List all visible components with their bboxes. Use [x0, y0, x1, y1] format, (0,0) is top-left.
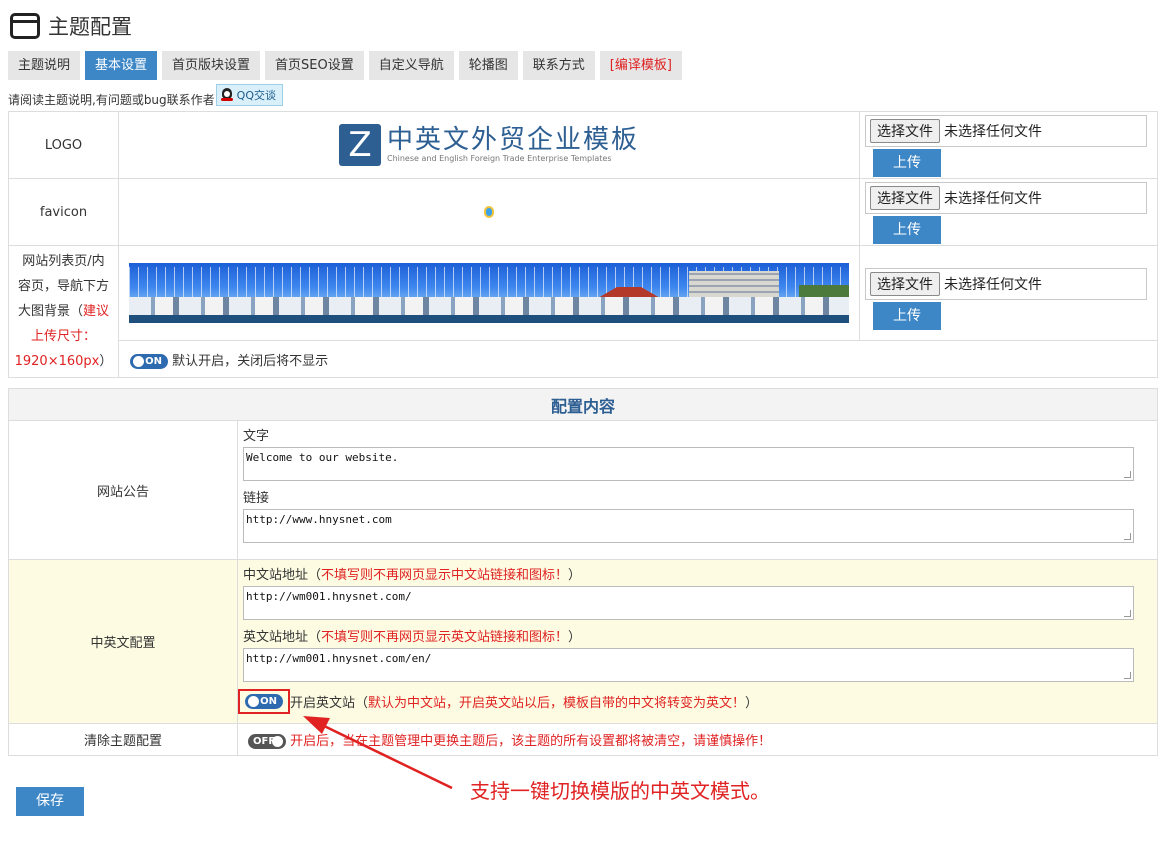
logo-row: LOGO Z 中英文外贸企业模板 Chinese and English For…	[8, 111, 1158, 179]
banner-file-status: 未选择任何文件	[944, 277, 1042, 293]
announcement-text-input[interactable]: Welcome to our website.	[243, 447, 1135, 481]
logo-preview-cell: Z 中英文外贸企业模板 Chinese and English Foreign …	[118, 111, 860, 179]
page-header: 主题配置	[10, 10, 132, 42]
favicon-upload-cell: 选择文件 未选择任何文件 上传	[859, 178, 1158, 246]
favicon-file-input[interactable]: 选择文件 未选择任何文件	[865, 182, 1147, 214]
clear-config-label: 清除主题配置	[8, 723, 238, 756]
banner-label-text: ）	[99, 354, 113, 369]
toggle-state: ON	[260, 695, 277, 707]
favicon-upload-button[interactable]: 上传	[873, 216, 941, 244]
english-site-toggle-line: ON 开启英文站（ 默认为中文站，开启英文站以后，模板自带的中文将转变为英文！）	[238, 688, 1134, 714]
tab-homepage-blocks[interactable]: 首页版块设置	[162, 51, 261, 80]
banner-toggle-cell: ON 默认开启，关闭后将不显示	[118, 340, 1158, 378]
config-table: 配置内容 网站公告 文字 Welcome to our website. 链接 …	[7, 388, 1159, 756]
announcement-label: 网站公告	[8, 420, 238, 560]
cn-site-hint: 不填写则不再网页显示中文站链接和图标！	[321, 568, 569, 583]
banner-label: 网站列表页/内 容页，导航下方 大图背景（建议 上传尺寸： 1920×160px…	[8, 245, 119, 378]
page-title: 主题配置	[48, 15, 132, 39]
banner-label-line: 大图背景（建议	[9, 299, 118, 324]
announcement-fields: 文字 Welcome to our website. 链接 http://www…	[236, 420, 1159, 560]
banner-image	[129, 263, 849, 323]
english-toggle-text: 开启英文站（	[290, 695, 369, 711]
clear-config-toggle[interactable]: OFF	[248, 734, 286, 749]
banner-label-line: 容页，导航下方	[17, 279, 109, 294]
qq-penguin-icon	[220, 88, 233, 102]
logo-upload-cell: 选择文件 未选择任何文件 上传	[859, 111, 1158, 179]
english-toggle-end: ）	[745, 695, 759, 711]
en-site-label-end: ）	[568, 630, 582, 645]
clear-config-cell: OFF 开启后，当在主题管理中更换主题后，该主题的所有设置都将被清空，请谨慎操作…	[236, 723, 1159, 756]
favicon-preview-cell	[118, 178, 860, 246]
banner-size-hint: 上传尺寸：	[30, 329, 96, 344]
logo-subtitle: Chinese and English Foreign Trade Enterp…	[386, 154, 612, 163]
en-site-label-text: 英文站地址（	[243, 630, 322, 645]
en-site-label: 英文站地址（不填写则不再网页显示英文站链接和图标！）	[243, 628, 1134, 648]
logo-file-status: 未选择任何文件	[944, 124, 1042, 140]
config-heading: 配置内容	[7, 388, 1159, 421]
image-settings-table: LOGO Z 中英文外贸企业模板 Chinese and English For…	[8, 111, 1158, 378]
favicon-image	[484, 206, 494, 218]
notice-text: 请阅读主题说明,有问题或bug联系作者	[8, 93, 215, 107]
banner-size-value: 1920×160px	[14, 354, 100, 369]
logo-label: LOGO	[8, 111, 119, 179]
banner-toggle-text: 默认开启，关闭后将不显示	[172, 353, 329, 369]
favicon-choose-file-button[interactable]: 选择文件	[870, 186, 940, 210]
cn-site-input[interactable]: http://wm001.hnysnet.com/	[243, 586, 1135, 620]
config-heading-row: 配置内容	[7, 388, 1159, 421]
notice-line: 请阅读主题说明,有问题或bug联系作者 QQ交谈	[8, 84, 283, 108]
en-site-input[interactable]: http://wm001.hnysnet.com/en/	[243, 648, 1135, 682]
qq-chat-label: QQ交谈	[236, 89, 276, 102]
banner-file-input[interactable]: 选择文件 未选择任何文件	[865, 268, 1147, 300]
cn-site-label-end: ）	[568, 568, 582, 583]
announcement-link-input[interactable]: http://www.hnysnet.com	[243, 509, 1135, 543]
favicon-row: favicon 选择文件 未选择任何文件 上传	[8, 178, 1158, 246]
banner-choose-file-button[interactable]: 选择文件	[870, 272, 940, 296]
logo-image: Z 中英文外贸企业模板 Chinese and English Foreign …	[119, 112, 859, 178]
tab-bar: 主题说明 基本设置 首页版块设置 首页SEO设置 自定义导航 轮播图 联系方式 …	[8, 51, 687, 80]
tab-compile-template[interactable]: [编译模板]	[599, 51, 682, 80]
window-icon	[10, 13, 40, 39]
annotation-text: 支持一键切换模版的中英文模式。	[470, 779, 770, 803]
banner-upload-button[interactable]: 上传	[873, 302, 941, 330]
toggle-state: ON	[145, 355, 162, 367]
tab-contact[interactable]: 联系方式	[522, 51, 595, 80]
tab-carousel[interactable]: 轮播图	[458, 51, 518, 80]
favicon-file-status: 未选择任何文件	[944, 191, 1042, 207]
english-toggle-highlight: ON	[238, 688, 290, 714]
favicon-label: favicon	[8, 178, 119, 246]
banner-label-text: 大图背景（	[17, 304, 83, 319]
logo-file-input[interactable]: 选择文件 未选择任何文件	[865, 115, 1147, 147]
announcement-link-label: 链接	[243, 491, 270, 506]
en-site-hint: 不填写则不再网页显示英文站链接和图标！	[321, 630, 569, 645]
banner-label-line: 网站列表页/内	[22, 254, 105, 269]
tab-homepage-seo[interactable]: 首页SEO设置	[265, 51, 364, 80]
tab-theme-info[interactable]: 主题说明	[8, 51, 81, 80]
logo-title: 中英文外贸企业模板	[386, 125, 639, 155]
banner-row: 网站列表页/内 容页，导航下方 大图背景（建议 上传尺寸： 1920×160px…	[8, 245, 1158, 378]
banner-upload-cell: 选择文件 未选择任何文件 上传	[859, 245, 1158, 341]
english-toggle-hint: 默认为中文站，开启英文站以后，模板自带的中文将转变为英文！	[368, 695, 746, 711]
banner-toggle[interactable]: ON	[130, 353, 168, 369]
cn-site-label-text: 中文站地址（	[243, 568, 322, 583]
clear-config-hint: 开启后，当在主题管理中更换主题后，该主题的所有设置都将被清空，请谨慎操作！	[290, 734, 772, 749]
bilingual-fields: 中文站地址（不填写则不再网页显示中文站链接和图标！） http://wm001.…	[236, 559, 1159, 724]
announcement-text-label: 文字	[243, 429, 270, 444]
save-button[interactable]: 保存	[16, 787, 84, 816]
logo-upload-button[interactable]: 上传	[873, 149, 941, 177]
clear-config-row: 清除主题配置 OFF 开启后，当在主题管理中更换主题后，该主题的所有设置都将被清…	[8, 723, 1159, 756]
banner-label-line: 1920×160px）	[9, 349, 118, 374]
logo-choose-file-button[interactable]: 选择文件	[870, 119, 940, 143]
cn-site-label: 中文站地址（不填写则不再网页显示中文站链接和图标！）	[243, 566, 1134, 586]
english-site-toggle[interactable]: ON	[245, 693, 283, 709]
banner-preview-cell	[118, 245, 860, 341]
logo-letter: Z	[338, 124, 381, 166]
bilingual-label: 中英文配置	[8, 559, 238, 724]
tab-custom-nav[interactable]: 自定义导航	[368, 51, 454, 80]
announcement-row: 网站公告 文字 Welcome to our website. 链接 http:…	[8, 420, 1159, 560]
tab-basic-settings[interactable]: 基本设置	[85, 51, 158, 80]
banner-toggle-row: ON 默认开启，关闭后将不显示	[9, 340, 1158, 378]
bilingual-row: 中英文配置 中文站地址（不填写则不再网页显示中文站链接和图标！） http://…	[8, 559, 1159, 724]
banner-size-hint: 建议	[83, 304, 110, 319]
qq-chat-button[interactable]: QQ交谈	[215, 84, 283, 106]
